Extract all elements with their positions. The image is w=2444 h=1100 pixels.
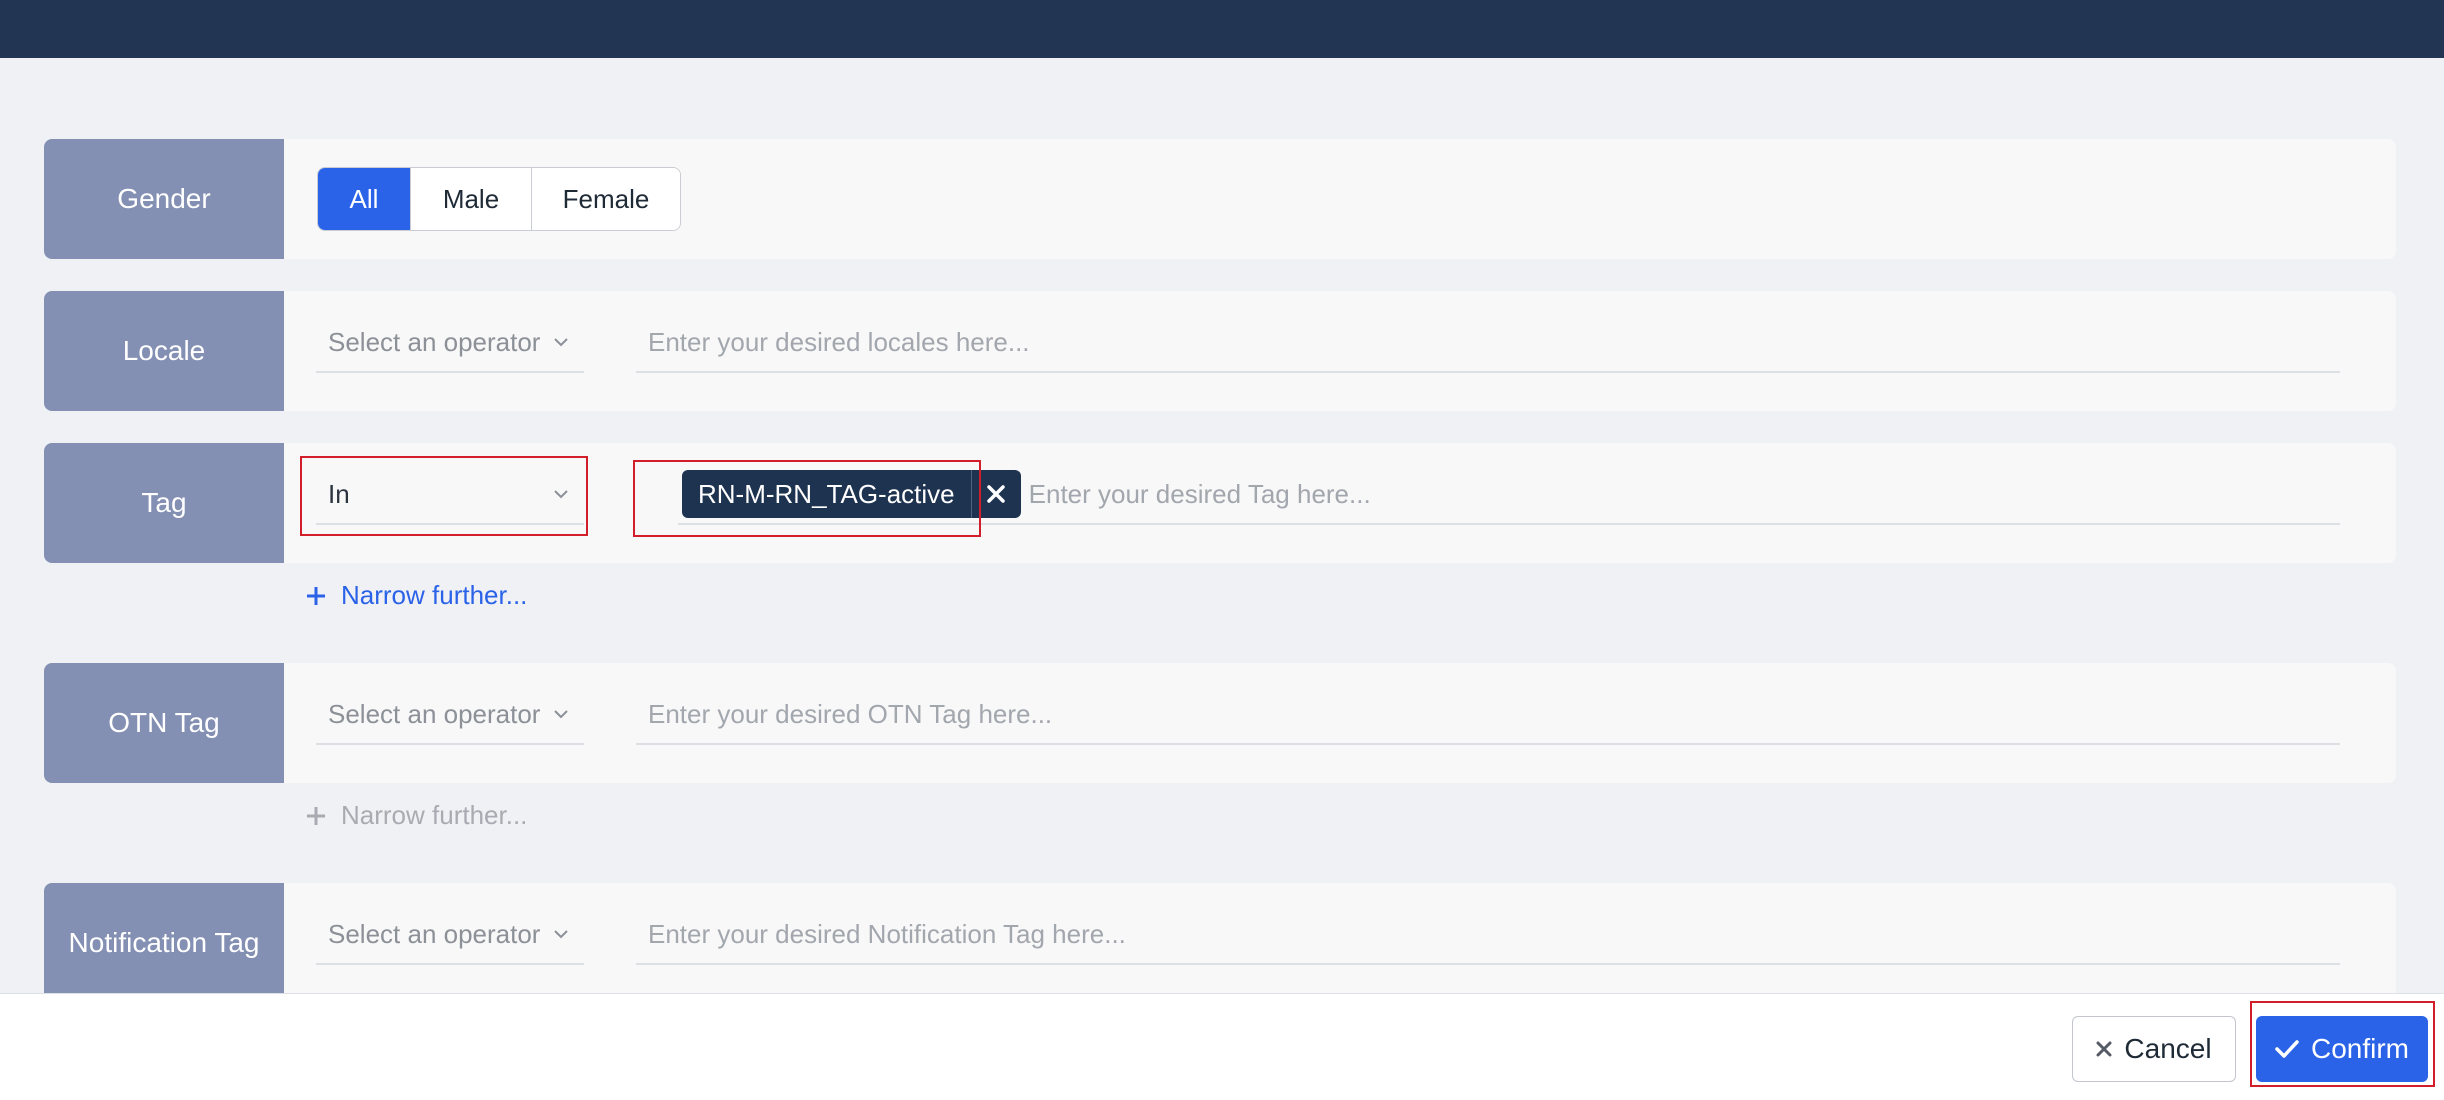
locale-operator-placeholder: Select an operator bbox=[328, 326, 541, 357]
cancel-label: Cancel bbox=[2124, 1033, 2212, 1064]
otn-tag-operator-select[interactable]: Select an operator bbox=[316, 685, 584, 745]
plus-icon bbox=[307, 806, 325, 825]
chevron-down-icon bbox=[554, 490, 568, 499]
notification-tag-label: Notification Tag bbox=[44, 883, 284, 1003]
chevron-down-icon bbox=[554, 338, 568, 347]
otn-tag-operator-placeholder: Select an operator bbox=[328, 698, 541, 729]
otn-tag-input[interactable] bbox=[648, 685, 2340, 743]
locale-label: Locale bbox=[44, 291, 284, 411]
plus-icon bbox=[307, 586, 325, 605]
top-navigation-bar bbox=[0, 0, 2444, 58]
gender-option-all[interactable]: All bbox=[318, 168, 411, 230]
notification-tag-input[interactable] bbox=[648, 905, 2340, 963]
otn-tag-row: OTN Tag Select an operator bbox=[44, 663, 2396, 783]
chevron-down-icon bbox=[554, 930, 568, 939]
otn-tag-value-field bbox=[636, 685, 2340, 745]
gender-option-female[interactable]: Female bbox=[532, 168, 680, 230]
gender-row: Gender All Male Female bbox=[44, 139, 2396, 259]
gender-segmented-control: All Male Female bbox=[317, 167, 681, 231]
tag-chip-label: RN-M-RN_TAG-active bbox=[698, 478, 955, 509]
tag-narrow-further-link[interactable]: Narrow further... bbox=[305, 580, 527, 611]
notification-tag-value-field bbox=[636, 905, 2340, 965]
locale-input[interactable] bbox=[648, 313, 2340, 371]
confirm-label: Confirm bbox=[2310, 1033, 2409, 1064]
notification-tag-operator-placeholder: Select an operator bbox=[328, 918, 541, 949]
tag-narrow-further-label: Narrow further... bbox=[341, 580, 528, 610]
close-icon bbox=[987, 485, 1005, 503]
dialog-footer: Cancel Confirm bbox=[0, 993, 2444, 1100]
tag-chip: RN-M-RN_TAG-active bbox=[682, 470, 1021, 518]
tag-operator-value: In bbox=[328, 478, 350, 509]
cancel-button[interactable]: Cancel bbox=[2072, 1016, 2236, 1082]
otn-tag-label: OTN Tag bbox=[44, 663, 284, 783]
notification-tag-row: Notification Tag Select an operator bbox=[44, 883, 2396, 1003]
gender-option-male[interactable]: Male bbox=[411, 168, 532, 230]
locale-operator-select[interactable]: Select an operator bbox=[316, 313, 584, 373]
otn-tag-narrow-further-label: Narrow further... bbox=[341, 800, 528, 830]
otn-tag-narrow-further-link[interactable]: Narrow further... bbox=[305, 800, 527, 831]
locale-row: Locale Select an operator bbox=[44, 291, 2396, 411]
tag-input[interactable] bbox=[1028, 465, 2340, 523]
tag-row: Tag In RN-M-RN_TAG-active bbox=[44, 443, 2396, 563]
chevron-down-icon bbox=[554, 710, 568, 719]
check-icon bbox=[2275, 1040, 2299, 1058]
remove-chip-button[interactable] bbox=[970, 470, 1021, 518]
gender-label: Gender bbox=[44, 139, 284, 259]
tag-label: Tag bbox=[44, 443, 284, 563]
locale-value-field bbox=[636, 313, 2340, 373]
tag-value-field: RN-M-RN_TAG-active bbox=[678, 465, 2340, 525]
confirm-button[interactable]: Confirm bbox=[2256, 1016, 2428, 1082]
close-icon bbox=[2096, 1041, 2112, 1057]
tag-operator-select[interactable]: In bbox=[316, 465, 584, 525]
notification-tag-operator-select[interactable]: Select an operator bbox=[316, 905, 584, 965]
